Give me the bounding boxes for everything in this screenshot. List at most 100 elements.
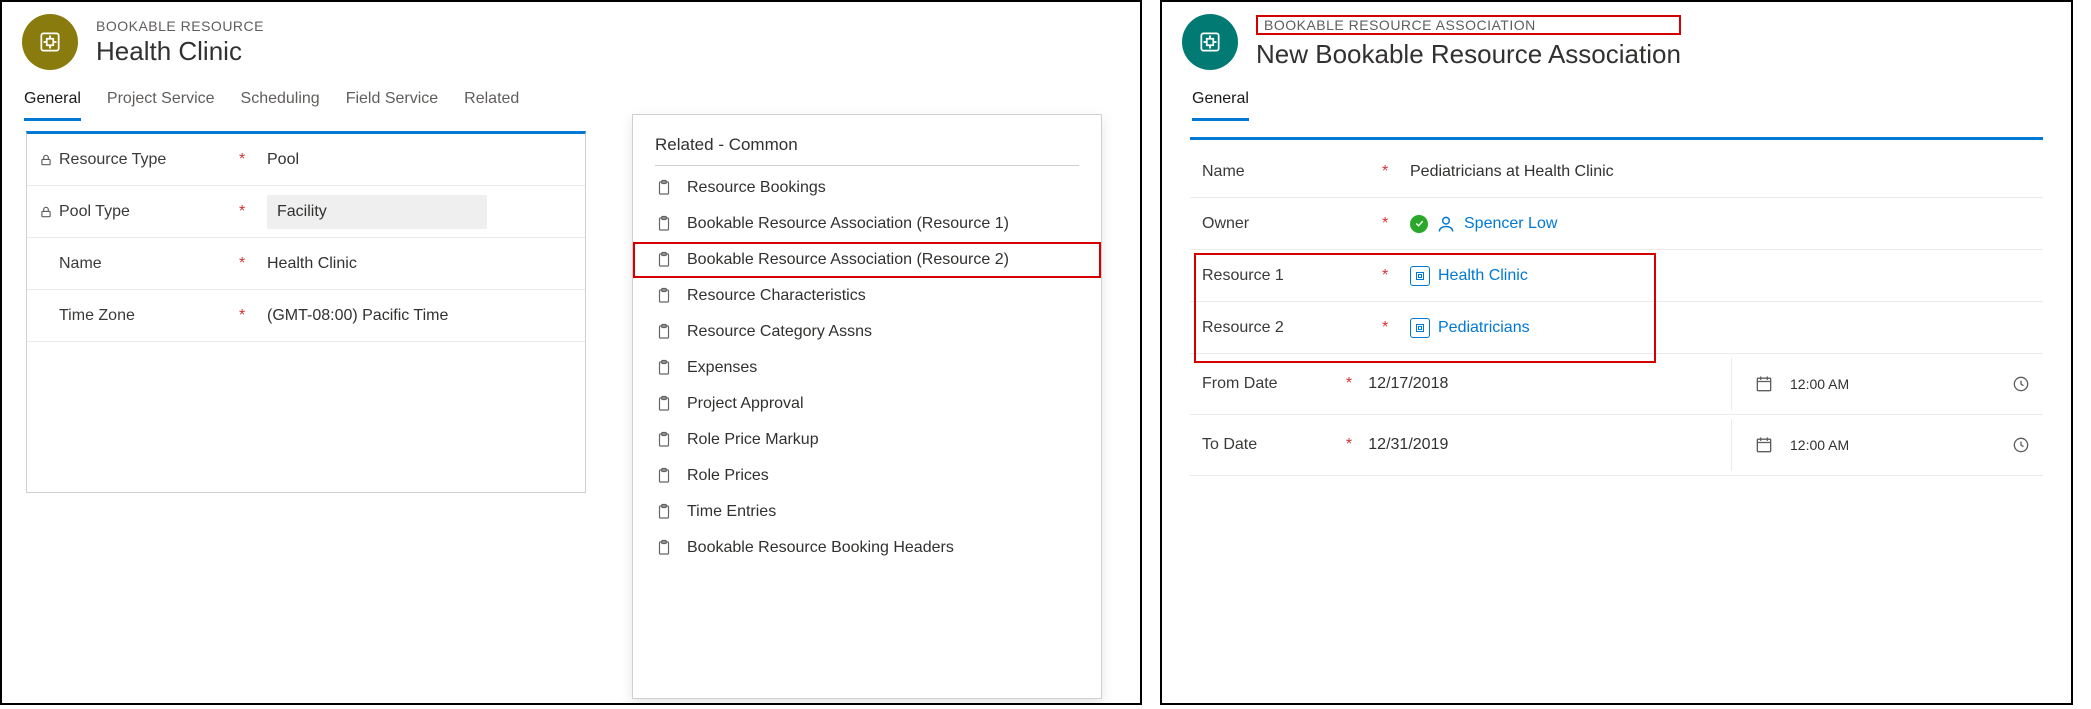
- resource1-label: Resource 1: [1202, 267, 1284, 285]
- online-status-icon: [1410, 215, 1428, 233]
- calendar-icon[interactable]: [1754, 435, 1774, 455]
- header: BOOKABLE RESOURCE Health Clinic: [2, 2, 1140, 78]
- time-zone-label: Time Zone: [59, 307, 135, 325]
- from-date-label: From Date: [1202, 375, 1278, 393]
- resource-type-label: Resource Type: [59, 151, 166, 169]
- related-dropdown[interactable]: Related - Common Resource Bookings Booka…: [632, 114, 1102, 699]
- field-owner: Owner * Spencer Low: [1190, 198, 2043, 250]
- clipboard-icon: [655, 251, 673, 269]
- related-item-bra-resource1[interactable]: Bookable Resource Association (Resource …: [633, 206, 1101, 242]
- name-value[interactable]: Pediatricians at Health Clinic: [1410, 163, 2031, 181]
- entity-icon: [1182, 14, 1238, 70]
- tab-general[interactable]: General: [1192, 84, 1249, 121]
- field-name: Name * Health Clinic: [27, 238, 585, 290]
- resource-type-value[interactable]: Pool: [267, 151, 573, 169]
- resource-icon: [1410, 318, 1430, 338]
- general-form-card: Name * Pediatricians at Health Clinic Ow…: [1190, 137, 2043, 476]
- related-item-booking-headers[interactable]: Bookable Resource Booking Headers: [633, 530, 1101, 566]
- resource2-lookup[interactable]: Pediatricians: [1410, 318, 1530, 338]
- required-indicator: *: [1346, 436, 1368, 454]
- from-date-value[interactable]: 12/17/2018: [1368, 375, 1731, 393]
- entity-type-label: BOOKABLE RESOURCE: [96, 18, 264, 34]
- clipboard-icon: [655, 215, 673, 233]
- tab-general[interactable]: General: [24, 84, 81, 121]
- related-item-label: Project Approval: [687, 395, 804, 413]
- related-item-resource-characteristics[interactable]: Resource Characteristics: [633, 278, 1101, 314]
- related-item-resource-category-assns[interactable]: Resource Category Assns: [633, 314, 1101, 350]
- tab-scheduling[interactable]: Scheduling: [241, 84, 320, 121]
- related-item-label: Time Entries: [687, 503, 776, 521]
- clipboard-icon: [655, 359, 673, 377]
- pool-type-label: Pool Type: [59, 203, 130, 221]
- clipboard-icon: [655, 539, 673, 557]
- bookable-resource-panel: BOOKABLE RESOURCE Health Clinic General …: [0, 0, 1142, 705]
- field-from-date: From Date * 12/17/2018 12:00 AM: [1190, 354, 2043, 415]
- time-zone-value[interactable]: (GMT-08:00) Pacific Time: [267, 307, 573, 325]
- to-time-value[interactable]: 12:00 AM: [1790, 437, 1995, 453]
- clipboard-icon: [655, 431, 673, 449]
- owner-lookup[interactable]: Spencer Low: [1436, 214, 1557, 234]
- resource-icon: [1410, 266, 1430, 286]
- related-item-label: Expenses: [687, 359, 757, 377]
- clock-icon[interactable]: [2011, 374, 2031, 394]
- pool-type-value[interactable]: Facility: [267, 195, 487, 229]
- clipboard-icon: [655, 179, 673, 197]
- related-item-time-entries[interactable]: Time Entries: [633, 494, 1101, 530]
- field-time-zone: Time Zone * (GMT-08:00) Pacific Time: [27, 290, 585, 342]
- required-indicator: *: [1382, 163, 1410, 181]
- bookable-resource-association-panel: BOOKABLE RESOURCE ASSOCIATION New Bookab…: [1160, 0, 2073, 705]
- related-section-title: Related - Common: [633, 129, 1101, 161]
- related-item-label: Resource Bookings: [687, 179, 826, 197]
- required-indicator: *: [239, 307, 267, 325]
- resource2-label: Resource 2: [1202, 319, 1284, 337]
- required-indicator: *: [239, 203, 267, 221]
- resource2-value: Pediatricians: [1438, 319, 1530, 337]
- clipboard-icon: [655, 287, 673, 305]
- to-date-value[interactable]: 12/31/2019: [1368, 436, 1731, 454]
- resource1-value: Health Clinic: [1438, 267, 1528, 285]
- name-label: Name: [1202, 163, 1245, 181]
- related-item-role-prices[interactable]: Role Prices: [633, 458, 1101, 494]
- entity-type-label: BOOKABLE RESOURCE ASSOCIATION: [1264, 17, 1536, 33]
- field-resource-type: Resource Type * Pool: [27, 134, 585, 186]
- related-item-role-price-markup[interactable]: Role Price Markup: [633, 422, 1101, 458]
- clipboard-icon: [655, 467, 673, 485]
- related-item-label: Resource Characteristics: [687, 287, 866, 305]
- tab-project-service[interactable]: Project Service: [107, 84, 215, 121]
- required-indicator: *: [1382, 215, 1410, 233]
- owner-label: Owner: [1202, 215, 1249, 233]
- lock-icon: [39, 205, 53, 219]
- from-time-value[interactable]: 12:00 AM: [1790, 376, 1995, 392]
- field-resource2: Resource 2 * Pediatricians: [1190, 302, 2043, 354]
- name-value[interactable]: Health Clinic: [267, 255, 573, 273]
- to-date-label: To Date: [1202, 436, 1257, 454]
- related-item-label: Bookable Resource Booking Headers: [687, 539, 954, 557]
- related-item-expenses[interactable]: Expenses: [633, 350, 1101, 386]
- lock-icon: [39, 153, 53, 167]
- required-indicator: *: [1382, 319, 1410, 337]
- related-item-label: Bookable Resource Association (Resource …: [687, 251, 1009, 269]
- field-pool-type: Pool Type * Facility: [27, 186, 585, 238]
- name-label: Name: [59, 255, 102, 273]
- related-item-bra-resource2[interactable]: Bookable Resource Association (Resource …: [633, 242, 1101, 278]
- related-item-resource-bookings[interactable]: Resource Bookings: [633, 170, 1101, 206]
- tab-list: General: [1162, 78, 2071, 121]
- related-item-project-approval[interactable]: Project Approval: [633, 386, 1101, 422]
- clipboard-icon: [655, 395, 673, 413]
- calendar-icon[interactable]: [1754, 374, 1774, 394]
- related-item-label: Role Price Markup: [687, 431, 819, 449]
- tab-field-service[interactable]: Field Service: [346, 84, 438, 121]
- resource1-lookup[interactable]: Health Clinic: [1410, 266, 1528, 286]
- general-form-card: Resource Type * Pool Pool Type * Facilit…: [26, 131, 586, 493]
- related-item-label: Role Prices: [687, 467, 769, 485]
- tab-related[interactable]: Related: [464, 84, 519, 121]
- related-item-label: Resource Category Assns: [687, 323, 872, 341]
- related-item-label: Bookable Resource Association (Resource …: [687, 215, 1009, 233]
- required-indicator: *: [239, 151, 267, 169]
- owner-value: Spencer Low: [1464, 215, 1557, 233]
- entity-icon: [22, 14, 78, 70]
- clock-icon[interactable]: [2011, 435, 2031, 455]
- clipboard-icon: [655, 323, 673, 341]
- field-to-date: To Date * 12/31/2019 12:00 AM: [1190, 415, 2043, 476]
- required-indicator: *: [239, 255, 267, 273]
